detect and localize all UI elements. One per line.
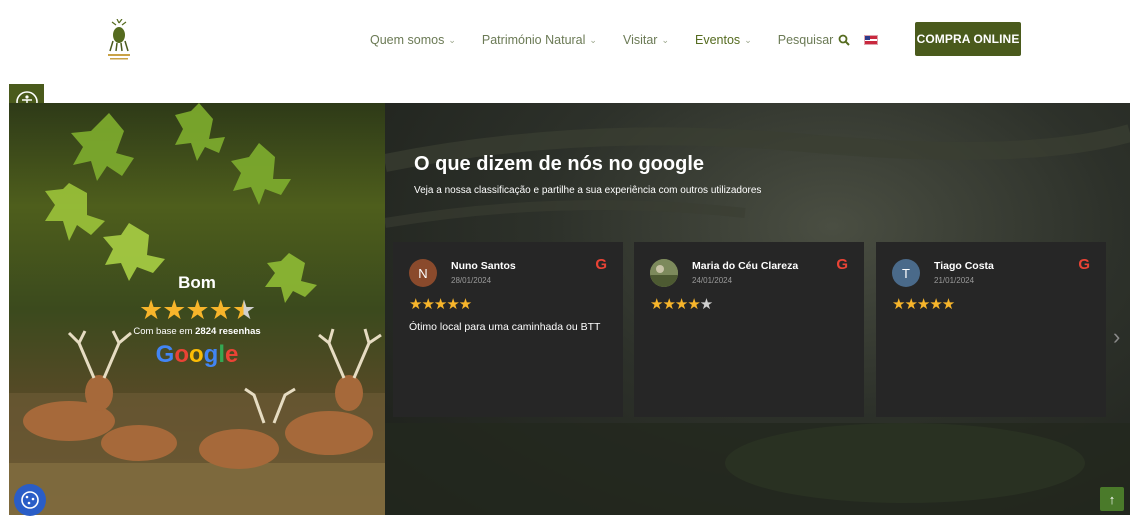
english-flag-icon[interactable]	[864, 35, 879, 45]
star-icon: ★	[185, 295, 209, 325]
star-half-icon: ★	[231, 295, 256, 325]
search-icon	[838, 34, 851, 46]
carousel-next-arrow-icon[interactable]: ›	[1113, 324, 1120, 350]
review-date: 24/01/2024	[692, 276, 733, 285]
google-rating-summary: Bom ★★★★★ Com base em 2824 resenhas Goog…	[9, 273, 385, 369]
buy-online-button[interactable]: COMPRA ONLINE	[915, 22, 1021, 56]
rating-count: Com base em 2824 resenhas	[9, 326, 385, 337]
nav-label: Eventos	[695, 33, 741, 47]
google-reviews-panel: O que dizem de nós no google Veja a noss…	[385, 103, 1130, 515]
deer-photo-panel: Bom ★★★★★ Com base em 2824 resenhas Goog…	[9, 103, 385, 515]
nav-quem-somos[interactable]: Quem somos ⌄	[370, 33, 456, 47]
star-icon: ★	[138, 295, 163, 325]
review-card: Maria do Céu Clareza 24/01/2024 G ★★★★★	[634, 242, 864, 417]
nav-label: Pesquisar	[777, 33, 834, 47]
site-logo[interactable]	[104, 18, 134, 61]
reviewer-name[interactable]: Maria do Céu Clareza	[692, 260, 798, 272]
google-logo: Google	[155, 341, 239, 368]
back-to-top-button[interactable]: ↑	[1100, 487, 1124, 511]
chevron-down-icon: ⌄	[661, 34, 670, 45]
avatar: N	[409, 259, 437, 287]
nav-patrimonio-natural[interactable]: Património Natural ⌄	[482, 33, 597, 47]
nav-eventos[interactable]: Eventos ⌄	[695, 33, 752, 47]
deer-logo-icon	[108, 18, 130, 60]
avatar: T	[892, 259, 920, 287]
avatar	[650, 259, 678, 287]
rating-label: Bom	[178, 273, 216, 292]
google-g-icon: G	[1078, 256, 1090, 273]
rating-count-prefix: Com base em	[133, 326, 193, 337]
reviewer-name[interactable]: Nuno Santos	[451, 260, 516, 272]
nav-label: Património Natural	[481, 33, 586, 47]
google-g-icon: G	[595, 256, 607, 273]
chevron-down-icon: ⌄	[744, 34, 752, 45]
cookie-settings-button[interactable]	[14, 484, 46, 516]
google-g-icon: G	[836, 256, 848, 273]
site-header: Quem somos ⌄ Património Natural ⌄ Visita…	[0, 0, 1130, 90]
review-card: N Nuno Santos 28/01/2024 G ★★★★★ Ótimo l…	[393, 242, 623, 417]
star-icon: ★	[208, 295, 233, 325]
review-stars: ★★★★★	[409, 296, 472, 313]
nav-pesquisar[interactable]: Pesquisar	[778, 33, 851, 47]
review-date: 28/01/2024	[451, 276, 492, 285]
chevron-down-icon: ⌄	[448, 34, 456, 45]
review-text: Ótimo local para uma caminhada ou BTT	[409, 321, 601, 333]
reviews-subtitle: Veja a nossa classificação e partilhe a …	[414, 185, 762, 196]
nav-visitar[interactable]: Visitar ⌄	[623, 33, 669, 47]
star-icon: ★	[162, 295, 186, 325]
review-card: T Tiago Costa 21/01/2024 G ★★★★★	[876, 242, 1106, 417]
review-stars: ★★★★★	[650, 296, 713, 313]
review-stars: ★★★★★	[892, 296, 955, 313]
reviewer-name[interactable]: Tiago Costa	[934, 260, 994, 272]
cookie-icon	[21, 491, 39, 509]
rating-stars: ★★★★★	[9, 295, 385, 326]
reviews-title: O que dizem de nós no google	[414, 153, 705, 175]
review-date: 21/01/2024	[934, 276, 975, 285]
rating-count-value: 2824 resenhas	[195, 326, 261, 337]
nav-label: Quem somos	[370, 33, 445, 47]
avatar-photo-icon	[650, 259, 678, 287]
main-nav: Quem somos ⌄ Património Natural ⌄ Visita…	[370, 33, 879, 47]
nav-label: Visitar	[622, 33, 658, 47]
chevron-down-icon: ⌄	[589, 34, 597, 45]
arrow-up-icon: ↑	[1108, 491, 1116, 507]
